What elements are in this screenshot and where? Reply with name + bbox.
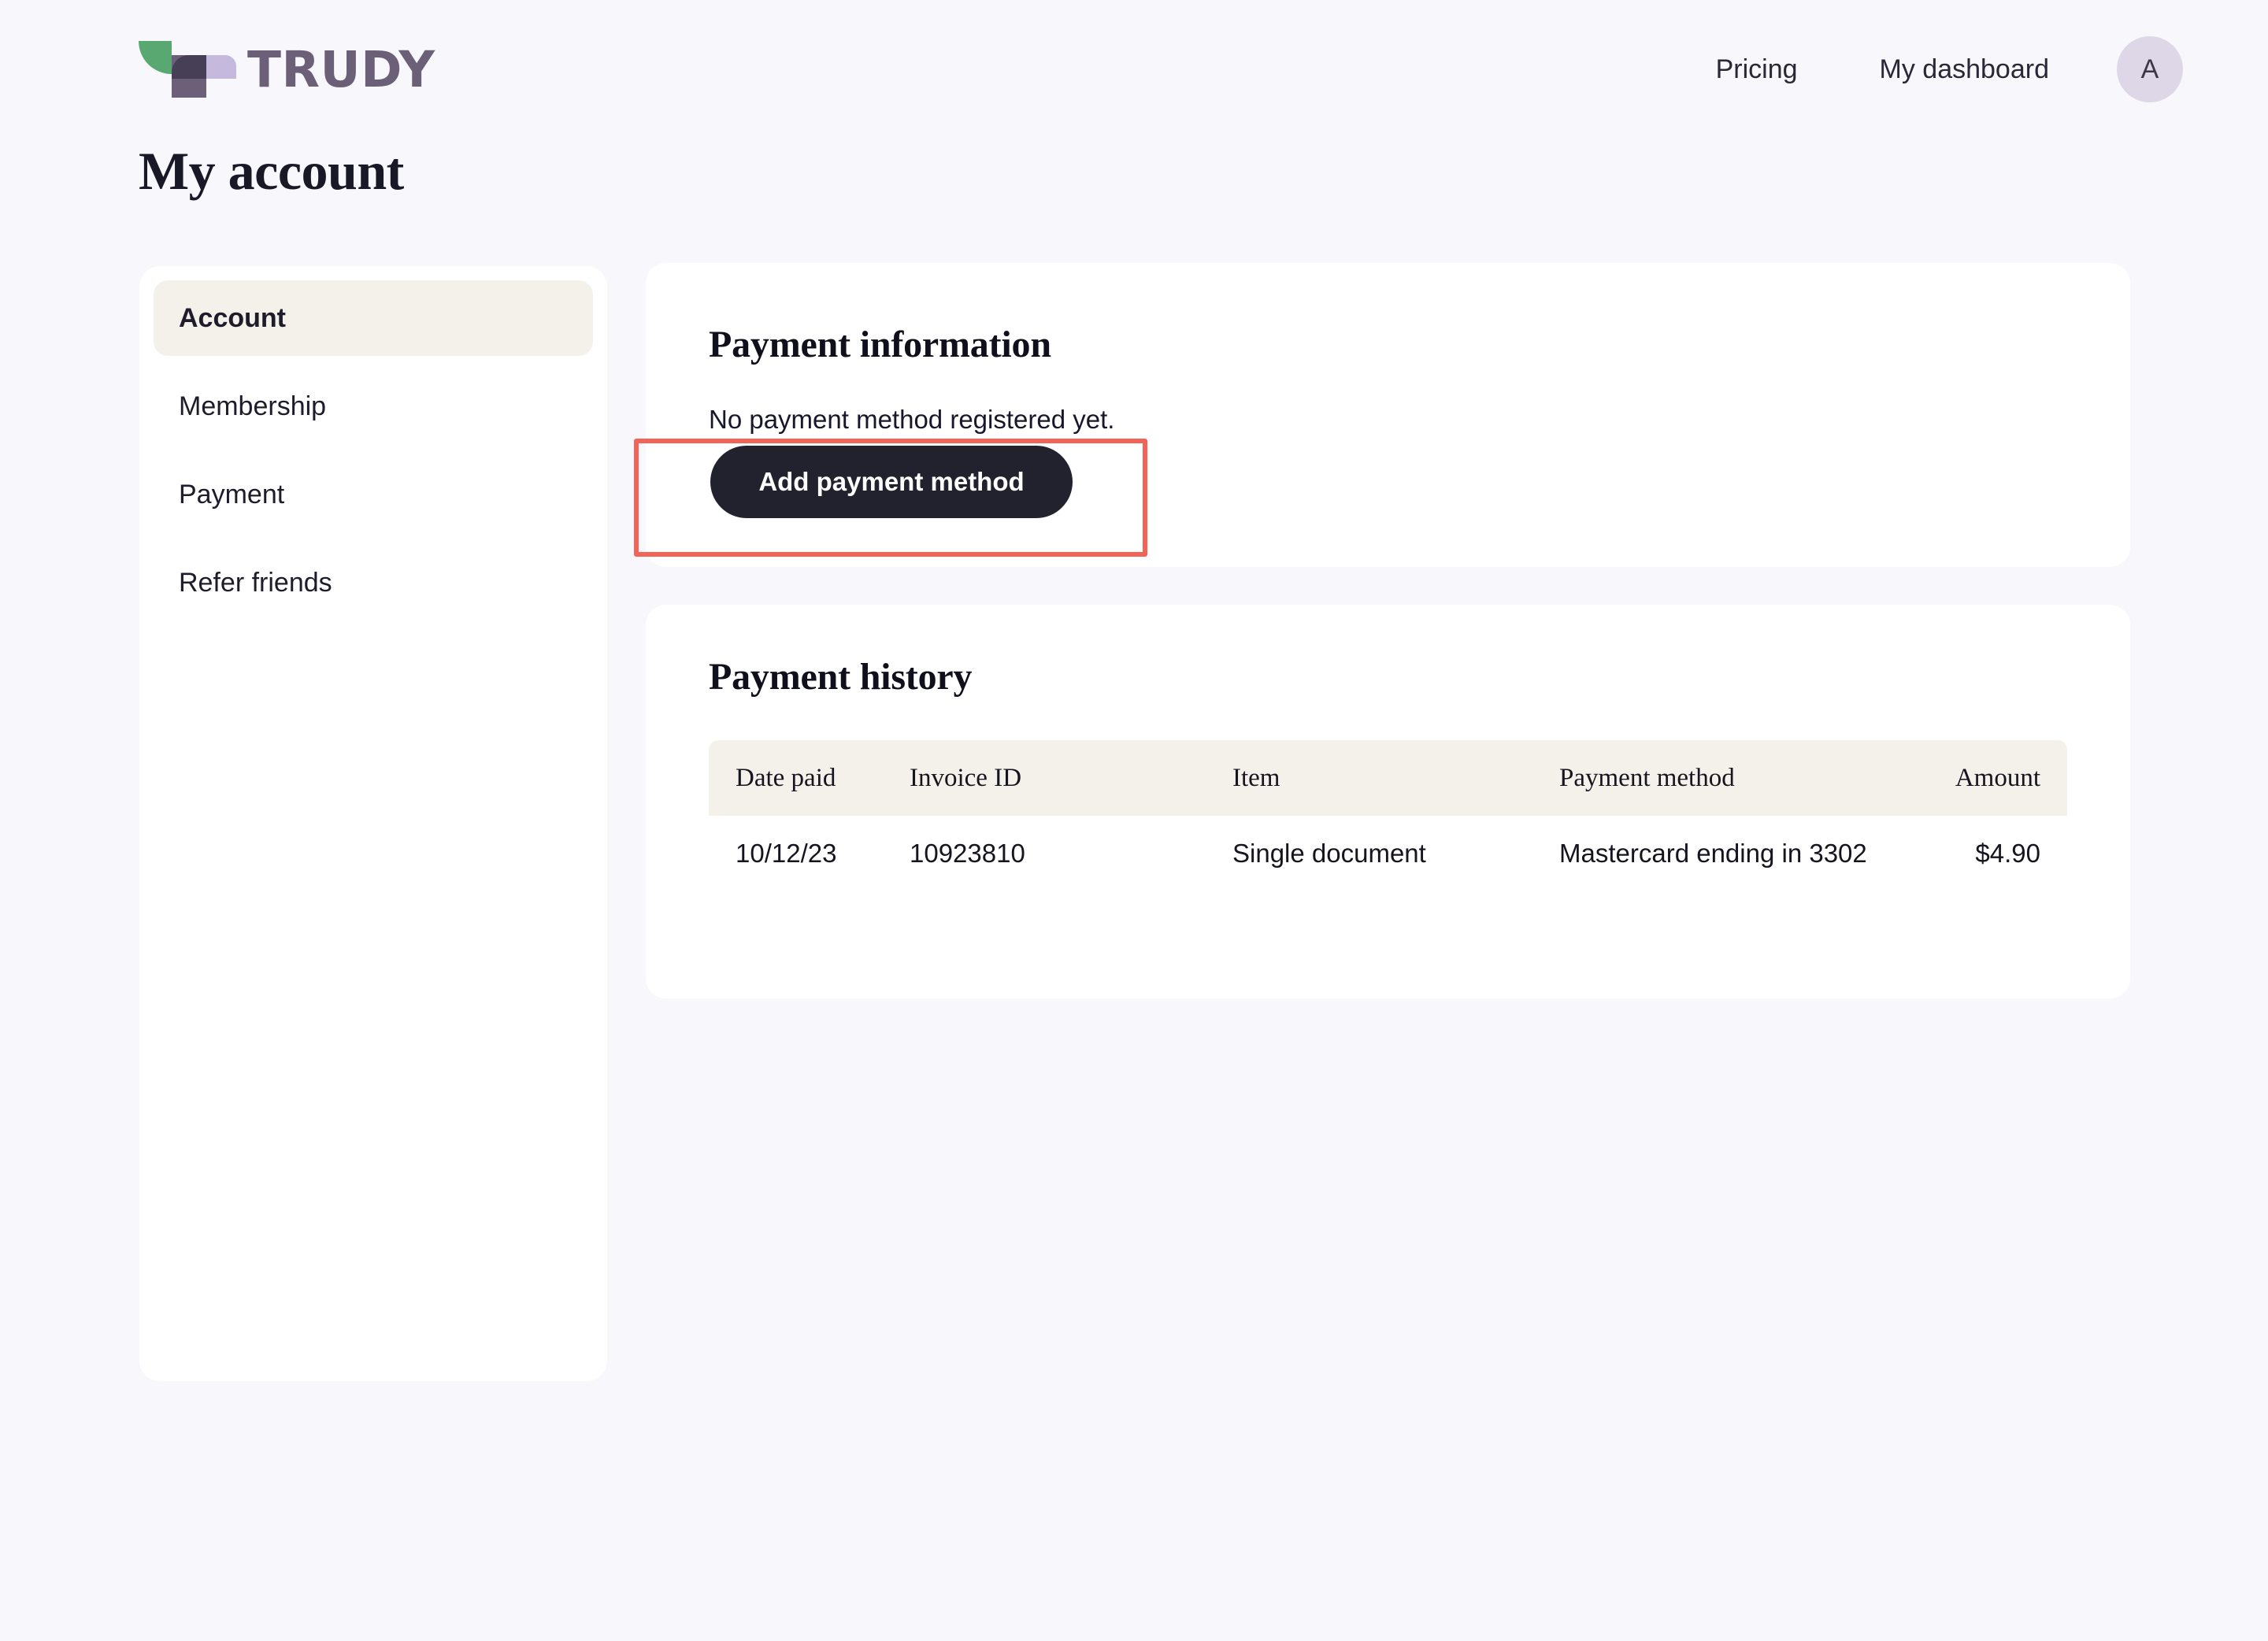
logo-leaf-shape xyxy=(139,41,172,74)
sidebar-item-label: Refer friends xyxy=(179,567,332,598)
table-row[interactable]: 10/12/23 10923810 Single document Master… xyxy=(709,816,2067,891)
column-header-date-paid: Date paid xyxy=(736,763,836,792)
column-header-invoice-id: Invoice ID xyxy=(910,763,1022,792)
logo-t-dark-cap-shape xyxy=(172,55,206,79)
avatar[interactable]: A xyxy=(2117,36,2183,102)
payment-history-title: Payment history xyxy=(709,656,973,698)
sidebar-item-account[interactable]: Account xyxy=(154,280,593,356)
cell-payment-method: Mastercard ending in 3302 xyxy=(1559,839,1867,868)
site-header: TRUDY Pricing My dashboard A xyxy=(0,0,2268,139)
column-header-amount: Amount xyxy=(1955,763,2040,792)
payment-history-card: Payment history Date paid Invoice ID Ite… xyxy=(646,605,2130,998)
column-header-payment-method: Payment method xyxy=(1559,763,1735,792)
column-header-item: Item xyxy=(1232,763,1280,792)
table-header-row: Date paid Invoice ID Item Payment method… xyxy=(709,740,2067,816)
cell-amount: $4.90 xyxy=(1975,839,2040,868)
sidebar-item-refer-friends[interactable]: Refer friends xyxy=(154,545,593,620)
trudy-logo-icon xyxy=(139,41,236,98)
page-title: My account xyxy=(139,141,404,201)
payment-information-card: Payment information No payment method re… xyxy=(646,263,2130,567)
sidebar-item-label: Payment xyxy=(179,479,285,509)
primary-nav: Pricing My dashboard A xyxy=(1716,36,2183,102)
sidebar-item-payment[interactable]: Payment xyxy=(154,457,593,532)
nav-link-my-dashboard[interactable]: My dashboard xyxy=(1880,54,2049,85)
add-payment-method-button[interactable]: Add payment method xyxy=(710,446,1073,518)
brand-logo[interactable]: TRUDY xyxy=(139,41,435,98)
payment-information-title: Payment information xyxy=(709,324,1051,365)
cell-invoice-id: 10923810 xyxy=(910,839,1025,868)
sidebar-item-label: Membership xyxy=(179,391,327,421)
nav-link-pricing[interactable]: Pricing xyxy=(1716,54,1798,85)
sidebar-item-label: Account xyxy=(179,302,286,333)
payment-history-table: Date paid Invoice ID Item Payment method… xyxy=(709,740,2067,891)
cell-date-paid: 10/12/23 xyxy=(736,839,837,868)
logo-t-light-cap-shape xyxy=(206,55,236,79)
no-payment-method-message: No payment method registered yet. xyxy=(709,405,1115,434)
account-sidebar: Account Membership Payment Refer friends xyxy=(139,266,607,1381)
app-page: TRUDY Pricing My dashboard A My account … xyxy=(0,0,2268,1641)
cell-item: Single document xyxy=(1232,839,1426,868)
sidebar-item-membership[interactable]: Membership xyxy=(154,369,593,444)
brand-wordmark: TRUDY xyxy=(247,40,435,98)
